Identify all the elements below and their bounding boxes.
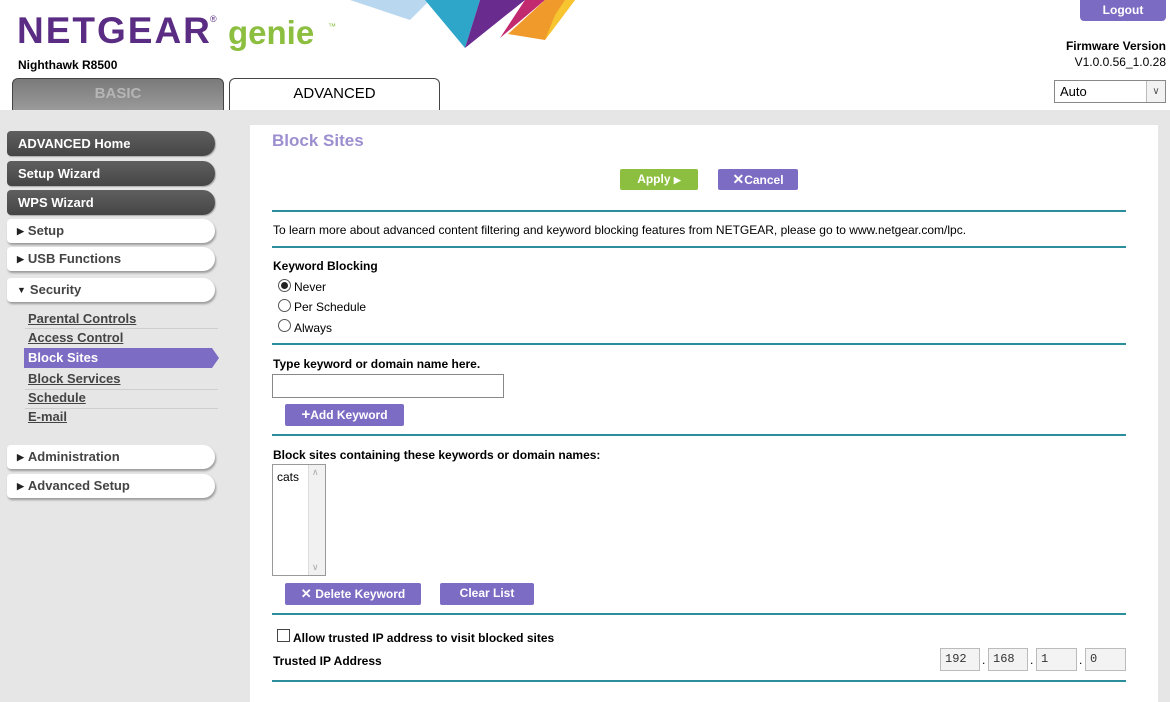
sidebar-item-setup-wizard[interactable]: Setup Wizard (7, 161, 215, 186)
ip-separator: . (1079, 653, 1083, 667)
sidebar-item-email[interactable]: E-mail (28, 407, 218, 426)
sidebar-item-parental-controls[interactable]: Parental Controls (28, 309, 218, 328)
divider (272, 613, 1126, 615)
divider (272, 246, 1126, 248)
content-top-margin (250, 110, 1170, 125)
content-right-margin (1158, 110, 1170, 702)
sidebar-section-label: USB Functions (27, 251, 122, 266)
sidebar-section-usb-functions[interactable]: ▶ USB Functions (7, 247, 215, 271)
tab-basic[interactable]: BASIC (12, 78, 224, 110)
clear-list-button[interactable]: Clear List (440, 583, 534, 605)
close-icon: ✕ (732, 171, 745, 187)
chevron-down-icon[interactable]: ∨ (1146, 81, 1165, 102)
keyword-input[interactable] (272, 374, 504, 398)
apply-button[interactable]: Apply ▶ (620, 169, 698, 190)
sidebar-section-advanced-setup[interactable]: ▶ Advanced Setup (7, 474, 215, 498)
radio-per-schedule[interactable] (278, 299, 291, 312)
page-title: Block Sites (272, 131, 364, 150)
radio-always-label: Always (294, 321, 333, 335)
sidebar-item-wps-wizard[interactable]: WPS Wizard (7, 190, 215, 215)
trusted-ip-octet-1[interactable]: 192 (940, 648, 980, 671)
list-item[interactable]: cats (277, 470, 299, 484)
divider (272, 434, 1126, 436)
scroll-down-icon[interactable]: ∨ (312, 562, 319, 573)
firmware-version-label: Firmware Version (1065, 39, 1166, 53)
apply-label: Apply (637, 172, 671, 186)
language-select-value: Auto (1060, 84, 1087, 99)
radio-per-schedule-label: Per Schedule (294, 300, 367, 314)
cancel-label: Cancel (744, 173, 784, 187)
delete-keyword-button[interactable]: ✕ Delete Keyword (285, 583, 421, 605)
trusted-ip-octet-3[interactable]: 1 (1036, 648, 1077, 671)
triangle-right-icon: ▶ (17, 254, 24, 264)
block-list[interactable]: cats ∧ ∨ (272, 464, 326, 576)
decorative-shapes-icon (350, 0, 575, 48)
sidebar-section-setup[interactable]: ▶ Setup (7, 219, 215, 243)
scroll-up-icon[interactable]: ∧ (312, 467, 319, 478)
logout-button[interactable]: Logout (1080, 0, 1166, 21)
firmware-version-value: V1.0.0.56_1.0.28 (1074, 55, 1166, 69)
close-icon: ✕ (300, 586, 316, 601)
sidebar-section-label: Security (29, 282, 82, 297)
keyword-input-label: Type keyword or domain name here. (273, 357, 481, 371)
language-select[interactable]: Auto ∨ (1054, 80, 1166, 103)
radio-selected-dot (281, 282, 288, 289)
sidebar-item-block-sites[interactable]: Block Sites (24, 348, 219, 368)
sidebar-section-label: Administration (27, 449, 120, 464)
sidebar-section-label: Setup (27, 223, 65, 238)
triangle-right-icon: ▶ (17, 481, 24, 491)
radio-never-label: Never (294, 280, 327, 294)
cancel-button[interactable]: ✕Cancel (718, 169, 798, 190)
radio-always[interactable] (278, 319, 291, 332)
triangle-right-icon: ▶ (17, 226, 24, 236)
model-name: Nighthawk R8500 (18, 58, 118, 72)
registered-mark: ® (210, 14, 217, 24)
keyword-blocking-label: Keyword Blocking (273, 259, 378, 273)
list-scrollbar[interactable]: ∧ ∨ (308, 465, 325, 575)
triangle-down-icon: ▼ (17, 285, 26, 295)
genie-logo: genie (228, 14, 315, 51)
netgear-logo: NETGEAR (17, 10, 212, 51)
allow-trusted-checkbox[interactable] (277, 629, 290, 642)
header: NETGEAR ® genie ™ Nighthawk R8500 Logout… (0, 0, 1170, 110)
sidebar-section-security[interactable]: ▼ Security (7, 278, 215, 302)
info-text: To learn more about advanced content fil… (273, 223, 967, 237)
sidebar-section-administration[interactable]: ▶ Administration (7, 445, 215, 469)
triangle-right-icon: ▶ (17, 452, 24, 462)
allow-trusted-label: Allow trusted IP address to visit blocke… (293, 631, 555, 645)
sidebar-item-schedule[interactable]: Schedule (28, 388, 218, 407)
tab-advanced[interactable]: ADVANCED (229, 78, 440, 110)
block-list-label: Block sites containing these keywords or… (273, 448, 601, 462)
trusted-ip-label: Trusted IP Address (273, 654, 382, 668)
sidebar-item-access-control[interactable]: Access Control (28, 328, 218, 347)
divider (272, 343, 1126, 345)
trusted-ip-octet-4[interactable]: 0 (1085, 648, 1126, 671)
sidebar-section-label: Advanced Setup (27, 478, 130, 493)
sidebar-item-advanced-home[interactable]: ADVANCED Home (7, 131, 215, 156)
delete-keyword-label: Delete Keyword (315, 587, 406, 601)
add-keyword-button[interactable]: +Add Keyword (285, 404, 404, 426)
plus-icon: + (301, 406, 311, 423)
radio-never[interactable] (278, 279, 291, 292)
add-keyword-label: Add Keyword (310, 408, 388, 422)
trusted-ip-octet-2[interactable]: 168 (988, 648, 1028, 671)
divider (272, 210, 1126, 212)
ip-separator: . (982, 653, 986, 667)
play-arrow-icon: ▶ (673, 175, 681, 185)
sidebar-item-block-services[interactable]: Block Services (28, 369, 218, 388)
divider (272, 680, 1126, 682)
ip-separator: . (1030, 653, 1034, 667)
